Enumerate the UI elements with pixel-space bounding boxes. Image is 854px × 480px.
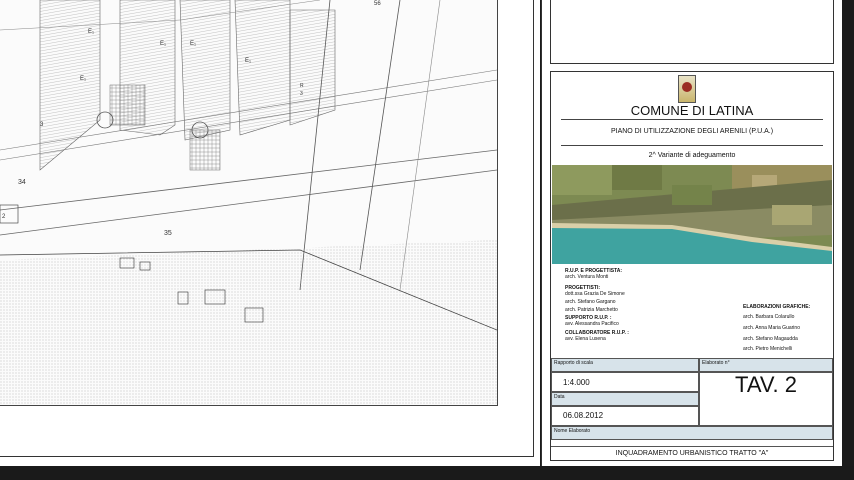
frame-border <box>533 0 534 457</box>
map-label: E₁ <box>160 41 166 47</box>
municipality-name: COMUNE DI LATINA <box>630 103 754 118</box>
divider <box>561 119 823 120</box>
collaborator-name: avv. Elena Lusena <box>565 336 606 342</box>
map-label: E₁ <box>245 58 251 64</box>
plan-title: PIANO DI UTILIZZAZIONE DEGLI ARENILI (P.… <box>610 128 774 135</box>
map-label: E₁ <box>190 41 196 47</box>
map-label: 34 <box>18 179 26 186</box>
sheet-info-grid: Rapporto di scala Elaborato n° 1:4.000 D… <box>551 358 833 460</box>
scale-value: 1:4.000 <box>563 378 590 387</box>
map-label: E₁ <box>80 76 86 82</box>
date-value: 06.08.2012 <box>563 411 604 420</box>
designer-name: dott.ssa Grazia De Simone <box>565 291 625 297</box>
map-drawing: 56 E₁ E₁ E₁ E₁ E₁ 3 34 35 2 R 3 <box>0 0 497 405</box>
sheet-name: INQUADRAMENTO URBANISTICO TRATTO "A" <box>551 446 833 461</box>
graphics-heading: ELABORAZIONI GRAFICHE: <box>743 304 811 310</box>
title-block: COMUNE DI LATINA PIANO DI UTILIZZAZIONE … <box>550 71 834 461</box>
map-label: 56 <box>374 1 381 7</box>
map-label: 3 <box>300 91 303 97</box>
right-edge-panel <box>842 0 854 466</box>
title-column: COMUNE DI LATINA PIANO DI UTILIZZAZIONE … <box>541 0 842 466</box>
graphics-name: arch. Pietro Menichelli <box>743 346 793 352</box>
bottom-bar <box>0 466 854 480</box>
city-seal-icon <box>678 75 696 103</box>
map-label: 35 <box>164 230 172 237</box>
sheet-number: TAV. 2 <box>735 372 797 397</box>
frame-border <box>0 456 533 457</box>
map-label: E₁ <box>88 29 94 35</box>
rup-credits: R.U.P. E PROGETTISTA: arch. Ventura Mont… <box>565 268 629 342</box>
divider <box>561 145 823 146</box>
elaborato-label: Elaborato n° <box>699 358 833 372</box>
date-label: Data <box>551 392 699 406</box>
drawing-sheet: 56 E₁ E₁ E₁ E₁ E₁ 3 34 35 2 R 3 <box>0 0 540 466</box>
aerial-photo <box>552 165 832 264</box>
empty-title-box <box>550 0 834 64</box>
name-label: Nome Elaborato <box>551 426 833 440</box>
map-label: 2 <box>2 214 6 220</box>
map-label: R <box>300 83 304 89</box>
scale-label: Rapporto di scala <box>551 358 699 372</box>
cadastral-map: 56 E₁ E₁ E₁ E₁ E₁ 3 34 35 2 R 3 <box>0 0 498 406</box>
graphics-credits: ELABORAZIONI GRAFICHE: arch. Barbara Col… <box>743 304 810 352</box>
plan-variant: 2^ Variante di adeguamento <box>648 152 736 159</box>
